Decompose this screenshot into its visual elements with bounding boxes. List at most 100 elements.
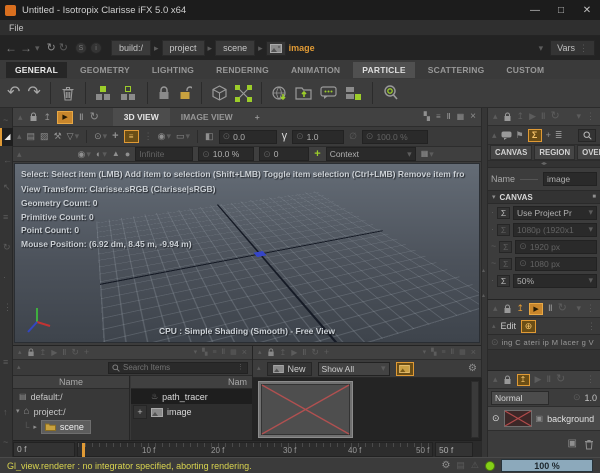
sigma-icon[interactable]: Σ	[499, 258, 512, 270]
expander-icon[interactable]: ▸	[33, 424, 37, 431]
timeline-ruler[interactable]: 10 f 20 f 30 f 40 f 50 f	[77, 442, 433, 457]
tab-general[interactable]: GENERAL	[6, 62, 67, 78]
resolution-preset-dropdown[interactable]: Use Project Pr ▾	[513, 206, 597, 220]
info-icon[interactable]: i	[90, 42, 102, 54]
status-gear-icon[interactable]: ⚙	[441, 461, 450, 471]
tab-geometry[interactable]: GEOMETRY	[71, 62, 139, 78]
add-camera-icon[interactable]: +	[314, 149, 320, 160]
scale-dropdown[interactable]: 50% ▾	[513, 274, 597, 288]
layout-cols-icon[interactable]: ‖	[222, 349, 225, 356]
collapse-icon[interactable]: ▴	[493, 304, 498, 313]
import-state-icon[interactable]: ↥	[40, 349, 47, 357]
snapshot-image-icon[interactable]: ▨	[40, 132, 49, 141]
image-thumbnail-selected[interactable]	[258, 381, 353, 438]
search-input[interactable]	[123, 363, 234, 372]
eye-icon[interactable]: ⊙	[573, 393, 581, 402]
pause-icon[interactable]: ‖	[302, 349, 306, 357]
tree-item-default[interactable]: ▤ default:/	[13, 389, 129, 404]
camera-icon[interactable]: ◉	[78, 150, 86, 159]
antialias-icon[interactable]: ▲	[112, 150, 120, 158]
hud-toggle-icon[interactable]: ≡	[124, 130, 139, 143]
panel-kebab-icon[interactable]: ⋮	[586, 112, 595, 121]
tab-rendering[interactable]: RENDERING	[207, 62, 278, 78]
pick-tool-icon[interactable]: ↖	[3, 183, 11, 192]
refresh-icon[interactable]: ↻	[556, 374, 565, 385]
history-caret-icon[interactable]: ▾	[35, 44, 40, 53]
lock-icon[interactable]	[503, 375, 512, 385]
list-column-header[interactable]: Nam	[131, 376, 252, 389]
pause-icon[interactable]: ‖	[79, 113, 83, 122]
panel-caret-icon[interactable]: ▾	[576, 304, 581, 313]
width-field[interactable]: ⊙ 1920 px	[515, 240, 597, 254]
duplicate-layer-icon[interactable]: ▣	[568, 439, 577, 449]
goto-in-icon[interactable]: ↻	[47, 43, 56, 54]
shading-layer-icon[interactable]: ⊕	[521, 320, 536, 333]
transform-icon[interactable]	[235, 85, 252, 102]
list-item-path-tracer[interactable]: ♨ path_tracer	[131, 389, 252, 404]
grid-options-icon[interactable]: ▦	[421, 150, 429, 158]
navigate-icon[interactable]: +	[112, 131, 118, 142]
blend-mode-dropdown[interactable]: Normal	[491, 391, 549, 405]
render-mode-icon[interactable]: ◉	[158, 132, 166, 141]
context-dropdown[interactable]: Context ▾	[326, 147, 416, 161]
panel-caret-icon[interactable]: ▾	[194, 349, 198, 356]
tab-custom[interactable]: CUSTOM	[497, 62, 553, 78]
dock-handle-icon[interactable]: ⋮	[3, 303, 12, 312]
layout-stack-icon[interactable]: ▦	[230, 349, 237, 356]
filter-icon[interactable]: ▽	[67, 132, 74, 141]
pause-icon[interactable]: ‖	[546, 375, 550, 384]
resolution-dropdown[interactable]: 1080p (1920x1 ▾	[513, 223, 597, 237]
tab-region[interactable]: REGION	[534, 145, 575, 160]
comment-icon[interactable]	[320, 85, 338, 101]
layout-quad-icon[interactable]: ▚	[202, 349, 207, 356]
layer-row-background[interactable]: ⊙ ▣ background	[488, 407, 600, 431]
breadcrumb-project[interactable]: project	[162, 40, 205, 56]
lock-icon[interactable]	[503, 304, 512, 314]
lock-icon[interactable]	[267, 348, 275, 357]
layer-opacity-value[interactable]: 1.0	[584, 393, 597, 403]
collapse-icon[interactable]: ▴	[257, 365, 261, 372]
splitter-arrow-icon[interactable]: ▴	[482, 293, 485, 299]
collapse-icon[interactable]: ▴	[492, 323, 496, 330]
filter-caret-icon[interactable]: ▾	[75, 132, 80, 141]
name-input[interactable]	[543, 172, 597, 186]
expander-icon[interactable]: ▾	[16, 408, 20, 415]
maximize-button[interactable]: □	[548, 5, 574, 16]
import-state-icon[interactable]: ↥	[517, 374, 530, 386]
exposure-icon[interactable]: ◧	[205, 132, 214, 141]
vars-button[interactable]: Vars ⋮	[550, 40, 595, 56]
bend-tool-icon[interactable]: ~	[3, 438, 8, 447]
flag-icon[interactable]: ⚑	[516, 131, 524, 140]
render-caret-icon[interactable]: ▾	[166, 132, 171, 141]
lock-icon[interactable]	[157, 85, 171, 101]
tab-image-view[interactable]: IMAGE VIEW	[170, 108, 244, 126]
playhead[interactable]	[82, 443, 85, 458]
tab-particle[interactable]: PARTICLE	[353, 62, 414, 78]
play-icon[interactable]: ▶	[291, 349, 297, 357]
import-state-icon[interactable]: ↥	[44, 113, 52, 122]
layout-rows-icon[interactable]: ≡	[213, 349, 217, 356]
scale-tool-icon[interactable]: ·	[3, 273, 6, 282]
import-reference-icon[interactable]	[271, 85, 288, 102]
collapse-icon[interactable]: ▴	[492, 131, 497, 140]
minimize-button[interactable]: —	[522, 5, 548, 16]
shading-caret-icon[interactable]: ▾	[102, 150, 107, 159]
close-panel-icon[interactable]: ×	[470, 112, 476, 122]
redo-icon[interactable]: ↷	[27, 85, 40, 101]
lock-icon[interactable]	[503, 112, 512, 122]
edit-label[interactable]: Edit	[501, 321, 517, 331]
refresh-icon[interactable]: ↻	[558, 303, 567, 314]
layout-cols-icon[interactable]: ‖	[447, 113, 451, 121]
panel-kebab-icon[interactable]: ⋮	[586, 304, 595, 313]
search-attr-icon[interactable]	[578, 129, 596, 142]
collapse-icon[interactable]: ▴	[18, 113, 23, 122]
shading-sphere-icon[interactable]: ◐	[96, 150, 101, 159]
delete-icon[interactable]	[60, 85, 76, 102]
play-icon[interactable]: ▶	[51, 349, 57, 357]
layout-stack-icon[interactable]: ▦	[457, 113, 465, 121]
create-context-icon[interactable]	[95, 85, 113, 101]
splitter-arrow-icon[interactable]: ▴	[482, 268, 485, 274]
layer-visibility-icon[interactable]: ⊙	[492, 414, 500, 423]
new-image-button[interactable]: New	[267, 362, 312, 376]
tab-lighting[interactable]: LIGHTING	[143, 62, 203, 78]
